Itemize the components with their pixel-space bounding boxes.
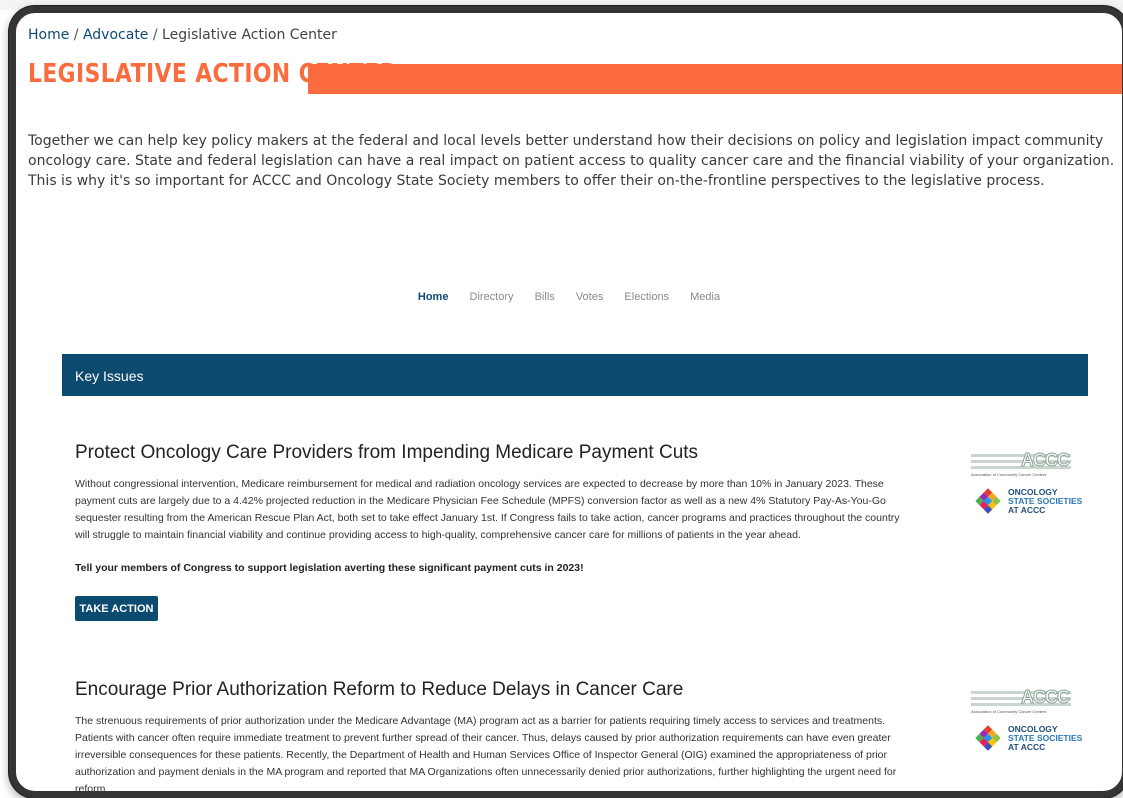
breadcrumb: Home / Advocate / Legislative Action Cen…	[28, 27, 337, 43]
oncology-state-societies-logo: ONCOLOGY STATE SOCIETIES AT ACCC	[973, 723, 1083, 757]
key-issues-header: Key Issues	[62, 354, 1088, 396]
oss-logo-text: ONCOLOGY STATE SOCIETIES AT ACCC	[1008, 725, 1082, 752]
issue-item: Encourage Prior Authorization Reform to …	[75, 679, 905, 795]
subnav-elections[interactable]: Elections	[624, 291, 669, 303]
subnav-votes[interactable]: Votes	[576, 291, 604, 303]
device-frame: Home / Advocate / Legislative Action Cen…	[9, 6, 1123, 798]
accc-logo-text: ACCC	[1021, 450, 1071, 471]
colorful-mosaic-icon	[975, 725, 1001, 751]
accc-logo: ACCC Association of Community Cancer Cen…	[971, 450, 1071, 477]
breadcrumb-separator: /	[73, 27, 79, 43]
breadcrumb-advocate-link[interactable]: Advocate	[83, 27, 148, 43]
subnav-media[interactable]: Media	[690, 291, 720, 303]
breadcrumb-current: Legislative Action Center	[162, 27, 337, 43]
breadcrumb-home-link[interactable]: Home	[28, 27, 69, 43]
intro-text: Together we can help key policy makers a…	[28, 133, 1115, 189]
issue-logos: ACCC Association of Community Cancer Cen…	[971, 450, 1083, 540]
breadcrumb-separator: /	[152, 27, 158, 43]
take-action-button[interactable]: TAKE ACTION	[75, 596, 158, 621]
subnav-bills[interactable]: Bills	[535, 291, 555, 303]
sub-navigation: Home Directory Bills Votes Elections Med…	[16, 291, 1122, 303]
accc-logo-text: ACCC	[1021, 687, 1071, 708]
subnav-directory[interactable]: Directory	[470, 291, 514, 303]
title-accent-bar	[308, 64, 1122, 94]
colorful-mosaic-icon	[975, 488, 1001, 514]
accc-logo-subtext: Association of Community Cancer Centers	[971, 709, 1047, 714]
issue-logos: ACCC Association of Community Cancer Cen…	[971, 687, 1083, 777]
subnav-home[interactable]: Home	[418, 291, 449, 303]
accc-logo-subtext: Association of Community Cancer Centers	[971, 472, 1047, 477]
issue-title: Protect Oncology Care Providers from Imp…	[75, 442, 699, 463]
issue-body: Without congressional intervention, Medi…	[75, 478, 900, 541]
issue-title: Encourage Prior Authorization Reform to …	[75, 679, 684, 700]
screen: Home / Advocate / Legislative Action Cen…	[16, 13, 1122, 791]
oss-logo-text: ONCOLOGY STATE SOCIETIES AT ACCC	[1008, 488, 1082, 515]
issue-call-to-action: Tell your members of Congress to support…	[75, 562, 584, 574]
issue-item: Protect Oncology Care Providers from Imp…	[75, 442, 905, 577]
key-issues-label: Key Issues	[75, 368, 144, 384]
accc-logo: ACCC Association of Community Cancer Cen…	[971, 687, 1071, 714]
issue-body: The strenuous requirements of prior auth…	[75, 715, 897, 795]
oncology-state-societies-logo: ONCOLOGY STATE SOCIETIES AT ACCC	[973, 486, 1083, 520]
oss-line-3: AT ACCC	[1008, 505, 1046, 515]
oss-line-3: AT ACCC	[1008, 742, 1046, 752]
